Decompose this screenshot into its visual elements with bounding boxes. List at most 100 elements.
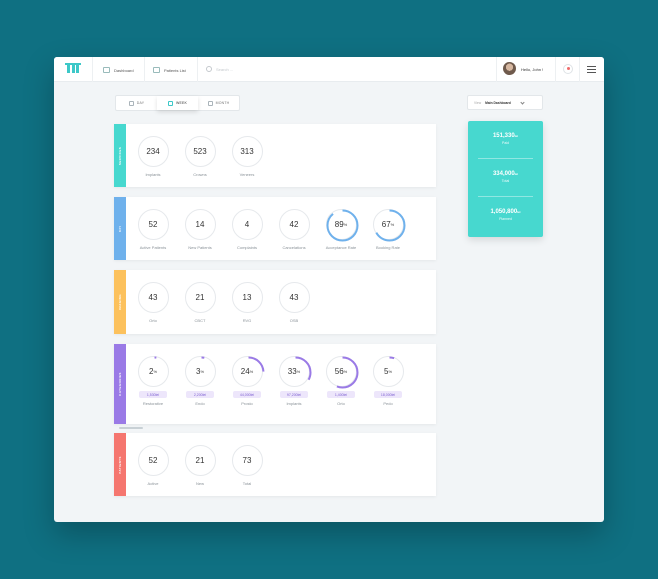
metric-categories-1[interactable]: 3% 2,200lei Endo: [180, 356, 220, 406]
period-selector: DAY WEEK MONTH: [115, 95, 240, 111]
metric-label: Total: [242, 481, 252, 486]
metric-label: Implants: [286, 401, 302, 406]
search-input[interactable]: Search ...: [206, 66, 233, 72]
metric-label: Orto: [337, 401, 345, 406]
metric-circle: 33%: [278, 356, 311, 389]
metric-kpi-5[interactable]: 67% Booking Rate: [368, 209, 408, 250]
metric-patients-0[interactable]: 52 Active: [133, 445, 173, 486]
metric-imaging-0[interactable]: 43 Orto: [133, 282, 173, 323]
metric-label: OSB: [289, 318, 299, 323]
period-day[interactable]: DAY: [116, 96, 157, 110]
metric-label: Prosto: [241, 401, 253, 406]
summary-paid-value: 151,330: [492, 133, 515, 139]
metric-patients-2[interactable]: 73 Total: [227, 445, 267, 486]
metric-value: 73: [242, 456, 252, 465]
view-label: View: [474, 100, 482, 105]
metric-value: 13: [242, 293, 252, 302]
nav-patients-list[interactable]: Patients List: [153, 65, 186, 75]
metric-amount-chip: 1,530lei: [139, 391, 167, 398]
metric-services-1[interactable]: 523 Crowns: [180, 136, 220, 177]
metric-amount-chip: 2,200lei: [186, 391, 214, 398]
metric-circle: 21: [184, 282, 216, 313]
dashboard-icon: [103, 67, 110, 73]
greeting: Hello, John !: [521, 67, 544, 72]
metric-circle: 234: [137, 136, 169, 167]
metric-circle: 89%: [325, 209, 358, 242]
calendar-icon: [167, 100, 173, 106]
progress-arc: [185, 356, 217, 389]
calendar-icon: [128, 100, 134, 106]
section-tab-label: KPI: [118, 225, 122, 232]
notifications-bell-icon[interactable]: [563, 64, 573, 74]
period-day-label: DAY: [136, 101, 145, 105]
metric-circle: 52: [137, 209, 169, 240]
metric-categories-5[interactable]: 5% 18,000lei Pedo: [368, 356, 408, 406]
section-categories: CATEGORIES 2% 1,530lei Restorative 3% 2,200le…: [114, 344, 436, 429]
metric-circle: 67%: [372, 209, 405, 242]
view-select[interactable]: View Main Dashboard: [467, 95, 543, 110]
summary-paid: 151,330lei Paid: [468, 133, 543, 145]
section-tab-label: SERVICES: [118, 146, 122, 165]
progress-ring: [373, 356, 405, 389]
metric-kpi-4[interactable]: 89% Acceptance Rate: [321, 209, 361, 250]
section-tab-imaging: IMAGING: [114, 270, 126, 334]
period-week-label: WEEK: [175, 101, 188, 105]
progress-arc: [326, 209, 358, 242]
metric-circle: 73: [231, 445, 263, 476]
metric-circle: 52: [137, 445, 169, 476]
progress-arc: [138, 356, 170, 389]
chevron-down-icon: [520, 100, 525, 105]
metric-categories-3[interactable]: 33% 97,200lei Implants: [274, 356, 314, 406]
avatar[interactable]: [503, 62, 516, 75]
metric-label: Orto: [149, 318, 157, 323]
section-tab-categories: CATEGORIES: [114, 344, 126, 424]
horizontal-scrollbar[interactable]: [119, 427, 143, 429]
metric-imaging-2[interactable]: 13 RVG: [227, 282, 267, 323]
progress-ring: [326, 209, 358, 242]
nav-patients-label: Patients List: [164, 67, 186, 73]
hamburger-menu-icon[interactable]: [587, 66, 596, 75]
nav-dashboard[interactable]: Dashboard: [103, 65, 134, 75]
section-tab-label: CATEGORIES: [118, 372, 122, 396]
metric-categories-4[interactable]: 56% 1,400lei Orto: [321, 356, 361, 406]
summary-unit: lei: [514, 134, 519, 138]
section-patients: PATIENTS 52 Active 21 New 73 Total: [114, 433, 436, 496]
metric-categories-0[interactable]: 2% 1,530lei Restorative: [133, 356, 173, 406]
metric-categories-2[interactable]: 24% 44,000lei Prosto: [227, 356, 267, 406]
metric-circle: 5%: [372, 356, 405, 389]
metric-kpi-0[interactable]: 52 Active Patients: [133, 209, 173, 250]
metric-circle: 56%: [325, 356, 358, 389]
period-week[interactable]: WEEK: [157, 96, 198, 110]
metric-amount-chip: 18,000lei: [374, 391, 402, 398]
metric-kpi-2[interactable]: 4 Complaints: [227, 209, 267, 250]
section-tab-label: PATIENTS: [118, 455, 122, 474]
metric-patients-1[interactable]: 21 New: [180, 445, 220, 486]
summary-unit: lei: [517, 210, 521, 214]
metric-imaging-1[interactable]: 21 CBCT: [180, 282, 220, 323]
summary-unit: lei: [514, 172, 519, 176]
calendar-icon: [207, 100, 213, 106]
metric-label: New Patients: [188, 245, 212, 250]
metric-label: RVG: [242, 318, 252, 323]
metric-kpi-3[interactable]: 42 Cancelations: [274, 209, 314, 250]
metric-services-0[interactable]: 234 Implants: [133, 136, 173, 177]
summary-card: 151,330lei Paid 334,000lei Total 1,050,8…: [468, 121, 543, 237]
metric-value: 43: [289, 293, 299, 302]
metric-value: 313: [240, 147, 254, 156]
period-month[interactable]: MONTH: [198, 96, 239, 110]
metric-label: Veneers: [239, 172, 255, 177]
patients-icon: [153, 67, 160, 73]
summary-planned: 1,050,800lei Planned: [468, 209, 543, 221]
metric-label: Active: [147, 481, 159, 486]
metric-amount-chip: 97,200lei: [280, 391, 308, 398]
metric-kpi-1[interactable]: 14 New Patients: [180, 209, 220, 250]
metric-circle: 2%: [137, 356, 170, 389]
notification-badge: [567, 67, 570, 70]
metric-amount-chip: 44,000lei: [233, 391, 261, 398]
metric-label: Cancelations: [282, 245, 306, 250]
metric-services-2[interactable]: 313 Veneers: [227, 136, 267, 177]
logo[interactable]: [65, 63, 81, 75]
metric-circle: 24%: [231, 356, 264, 389]
progress-ring: [326, 356, 358, 389]
metric-imaging-3[interactable]: 43 OSB: [274, 282, 314, 323]
